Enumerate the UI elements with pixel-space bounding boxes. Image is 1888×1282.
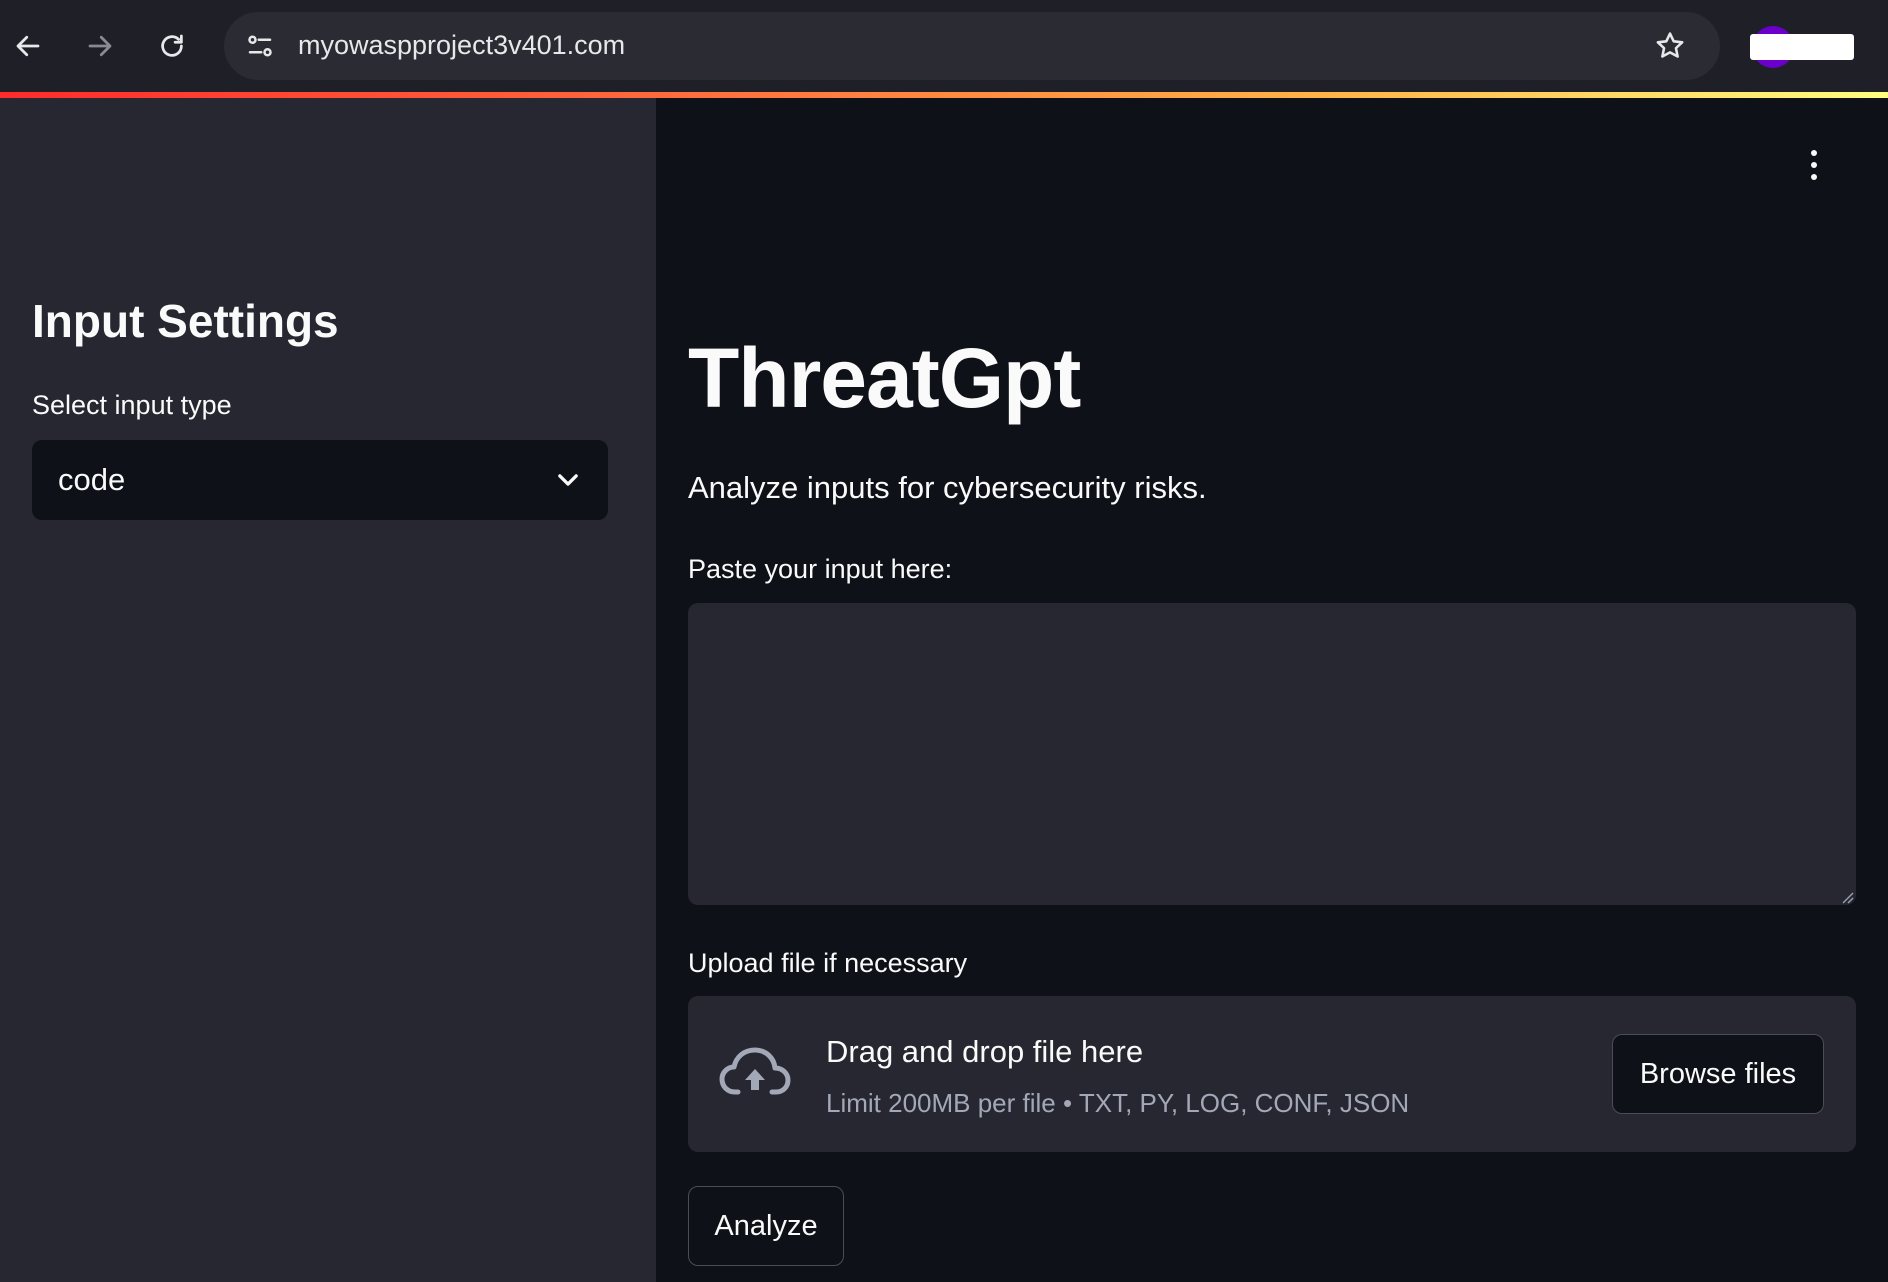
file-dropzone[interactable]: Drag and drop file here Limit 200MB per …: [688, 996, 1856, 1152]
star-outline-icon: [1656, 32, 1684, 58]
chevron-down-icon: [558, 474, 578, 486]
select-input-type-label: Select input type: [32, 390, 232, 420]
input-textarea[interactable]: [688, 603, 1856, 905]
page-subtitle: Analyze inputs for cybersecurity risks.: [688, 470, 1207, 505]
site-info-button[interactable]: [240, 26, 280, 66]
profile-button[interactable]: [1744, 24, 1860, 68]
url-text[interactable]: myowaspproject3v401.com: [298, 30, 625, 61]
bookmark-button[interactable]: [1650, 26, 1690, 66]
profile-name-redacted: [1750, 34, 1854, 60]
input-label: Paste your input here:: [688, 554, 953, 584]
forward-button[interactable]: [76, 22, 124, 70]
back-button[interactable]: [4, 22, 52, 70]
cloud-upload-icon: [719, 1047, 791, 1095]
sidebar-title: Input Settings: [32, 295, 339, 347]
address-bar[interactable]: myowaspproject3v401.com: [224, 12, 1720, 80]
reload-icon: [161, 34, 183, 57]
dropzone-title: Drag and drop file here: [826, 1034, 1144, 1069]
input-type-select[interactable]: code: [32, 440, 608, 520]
page-title: ThreatGpt: [688, 331, 1081, 425]
dropzone-limit-text: Limit 200MB per file • TXT, PY, LOG, CON…: [826, 1088, 1410, 1118]
upload-label: Upload file if necessary: [688, 948, 968, 978]
resize-handle-icon[interactable]: [1840, 890, 1854, 904]
reload-button[interactable]: [148, 22, 196, 70]
select-value: code: [58, 462, 126, 497]
analyze-button[interactable]: Analyze: [688, 1186, 844, 1266]
kebab-menu-icon[interactable]: [1802, 148, 1826, 182]
sidebar: Input Settings Select input type code: [0, 98, 656, 1282]
browse-files-button[interactable]: Browse files: [1612, 1034, 1824, 1114]
tune-icon: [248, 35, 272, 57]
arrow-right-icon: [88, 35, 112, 57]
arrow-left-icon: [16, 35, 40, 57]
main-content: ThreatGpt Analyze inputs for cybersecuri…: [656, 98, 1888, 1282]
browser-toolbar: myowaspproject3v401.com: [0, 0, 1888, 92]
